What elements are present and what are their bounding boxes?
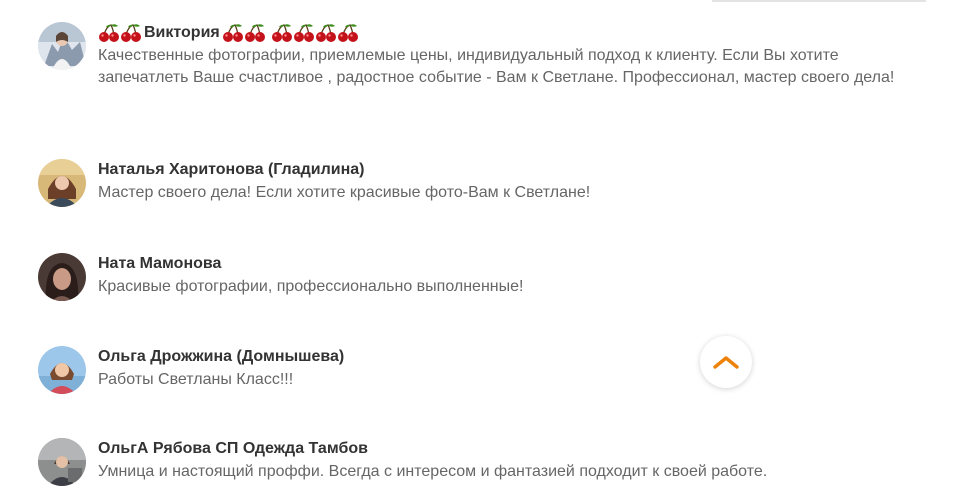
comment-author[interactable]: Наталья Харитонова (Гладилина)	[98, 159, 928, 181]
author-name: Виктория	[144, 24, 220, 41]
chevron-up-icon	[713, 356, 739, 369]
avatar-photo-icon	[38, 253, 86, 301]
avatar[interactable]	[38, 438, 86, 486]
avatar-photo-icon	[38, 22, 86, 70]
avatar-photo-icon	[38, 438, 86, 486]
comment-text: Работы Светланы Класс!!!	[98, 371, 294, 388]
comment-text: Качественные фотографии, приемлемые цены…	[98, 47, 895, 86]
avatar[interactable]	[38, 346, 86, 394]
cherry-emoji-icon	[222, 23, 244, 43]
author-name: Наталья Харитонова (Гладилина)	[98, 161, 365, 178]
avatar[interactable]	[38, 253, 86, 301]
comment-author[interactable]: Ольга Дрожжина (Домнышева)	[98, 346, 928, 368]
comment-author[interactable]: Виктория	[98, 22, 928, 44]
comment-text: Мастер своего дела! Если хотите красивые…	[98, 184, 591, 201]
cherry-emoji-icon	[293, 23, 315, 43]
cherry-emoji-icon	[337, 23, 359, 43]
cherry-emoji-icon	[120, 23, 142, 43]
divider	[712, 0, 926, 2]
comment-author[interactable]: ОльгА Рябова СП Одежда Тамбов	[98, 438, 928, 460]
cherry-emoji-icon	[271, 23, 293, 43]
avatar[interactable]	[38, 159, 86, 207]
cherry-emoji-icon	[315, 23, 337, 43]
cherry-emoji-icon	[98, 23, 120, 43]
author-name: ОльгА Рябова СП Одежда Тамбов	[98, 440, 368, 457]
comment-text: Красивые фотографии, профессионально вып…	[98, 278, 524, 295]
avatar[interactable]	[38, 22, 86, 70]
avatar-photo-icon	[38, 346, 86, 394]
scroll-to-top-button[interactable]	[700, 336, 752, 388]
cherry-emoji-icon	[244, 23, 266, 43]
avatar-photo-icon	[38, 159, 86, 207]
comment-author[interactable]: Ната Мамонова	[98, 253, 928, 275]
author-name: Ната Мамонова	[98, 255, 222, 272]
comment-text: Умница и настоящий проффи. Всегда с инте…	[98, 463, 768, 480]
author-name: Ольга Дрожжина (Домнышева)	[98, 348, 345, 365]
